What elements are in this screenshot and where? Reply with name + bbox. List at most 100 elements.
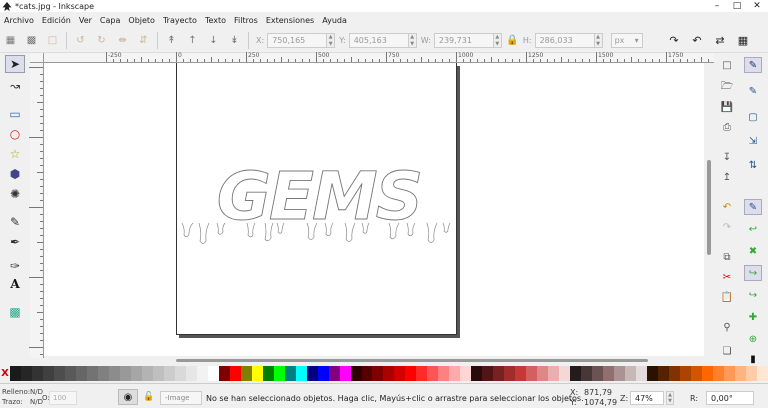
paste-icon[interactable]: 📋: [718, 289, 736, 305]
menu-texto[interactable]: Texto: [201, 16, 230, 25]
export-icon[interactable]: ↥: [718, 169, 736, 185]
spiral-tool-icon[interactable]: ✺: [5, 185, 25, 203]
rectangle-tool-icon[interactable]: ▭: [5, 105, 25, 123]
layer-visibility-eye-icon[interactable]: ◉: [118, 389, 138, 405]
palette-swatch[interactable]: [306, 366, 318, 381]
copy-icon[interactable]: ⧉: [718, 249, 736, 265]
menu-filtros[interactable]: Filtros: [230, 16, 262, 25]
no-paint-swatch[interactable]: X: [0, 366, 10, 381]
snap-cusp-nodes-icon[interactable]: ↪: [744, 265, 762, 281]
snap-paths-icon[interactable]: ↩: [744, 221, 762, 237]
duplicate-icon[interactable]: ❏: [718, 343, 736, 359]
palette-swatch[interactable]: [10, 366, 21, 381]
palette-swatch[interactable]: [317, 366, 329, 381]
lower-icon[interactable]: ↓: [205, 32, 222, 49]
pencil-tool-icon[interactable]: ✎: [5, 213, 25, 231]
snap-centers-icon[interactable]: ⊕: [744, 331, 762, 347]
opacity-input[interactable]: 100: [49, 391, 77, 405]
calligraphy-tool-icon[interactable]: ✑: [5, 257, 25, 275]
palette-swatch[interactable]: [42, 366, 54, 381]
menu-archivo[interactable]: Archivo: [0, 16, 38, 25]
maximize-button[interactable]: □: [728, 0, 746, 12]
palette-swatch[interactable]: [383, 366, 395, 381]
palette-swatch[interactable]: [713, 366, 724, 381]
gems-artwork[interactable]: GEMS: [177, 63, 458, 335]
zoom-icon[interactable]: ⚲: [718, 319, 736, 335]
palette-swatch[interactable]: [548, 366, 560, 381]
menu-objeto[interactable]: Objeto: [124, 16, 159, 25]
pen-tool-icon[interactable]: ✒: [5, 233, 25, 251]
select-all-layers-icon[interactable]: ▩: [23, 32, 40, 49]
lower-to-bottom-icon[interactable]: ↡: [226, 32, 243, 49]
palette-swatch[interactable]: [504, 366, 516, 381]
palette-swatch[interactable]: [152, 366, 164, 381]
raise-icon[interactable]: ↑: [184, 32, 201, 49]
save-icon[interactable]: 💾: [718, 99, 736, 115]
selector-tool-icon[interactable]: ➤: [5, 55, 25, 73]
undo-icon[interactable]: ↶: [718, 199, 736, 215]
minimize-button[interactable]: –: [708, 0, 726, 12]
rotate-ccw-icon[interactable]: ↺: [72, 32, 89, 49]
palette-swatch[interactable]: [372, 366, 384, 381]
raise-to-top-icon[interactable]: ↟: [163, 32, 180, 49]
palette-swatch[interactable]: [251, 366, 263, 381]
palette-swatch[interactable]: [526, 366, 538, 381]
zoom-spinner[interactable]: ▲ ▼: [666, 391, 674, 405]
palette-swatch[interactable]: [350, 366, 362, 381]
palette-swatch[interactable]: [328, 366, 340, 381]
snap-bbox-corner-icon[interactable]: ⇲: [744, 133, 762, 149]
palette-swatch[interactable]: [20, 366, 32, 381]
palette-swatch[interactable]: [537, 366, 549, 381]
palette-swatch[interactable]: [570, 366, 582, 381]
zoom-input[interactable]: 47%: [630, 391, 664, 405]
lock-ratio-icon[interactable]: 🔒: [504, 32, 521, 49]
palette-swatch[interactable]: [361, 366, 373, 381]
palette-swatch[interactable]: [273, 366, 285, 381]
palette-swatch[interactable]: [229, 366, 241, 381]
palette-swatch[interactable]: [592, 366, 604, 381]
deselect-icon[interactable]: □: [44, 32, 61, 49]
menu-extensiones[interactable]: Extensiones: [262, 16, 318, 25]
rotate-cw-icon[interactable]: ↻: [93, 32, 110, 49]
snap-bbox-midpoint-icon[interactable]: ⇅: [744, 157, 762, 173]
palette-swatch[interactable]: [262, 366, 274, 381]
palette-swatch[interactable]: [471, 366, 483, 381]
palette-swatch[interactable]: [581, 366, 593, 381]
vertical-scroll-thumb[interactable]: [707, 160, 711, 255]
scale-corners-icon[interactable]: ↶: [687, 30, 707, 50]
palette-swatch[interactable]: [680, 366, 692, 381]
snap-bbox-edge-icon[interactable]: ▢: [744, 109, 762, 125]
palette-swatch[interactable]: [130, 366, 142, 381]
menu-ver[interactable]: Ver: [75, 16, 96, 25]
menu-ayuda[interactable]: Ayuda: [318, 16, 351, 25]
palette-swatch[interactable]: [702, 366, 713, 381]
import-icon[interactable]: ↧: [718, 149, 736, 165]
palette-swatch[interactable]: [756, 366, 768, 381]
x-spinner[interactable]: ▲ ▼: [327, 32, 336, 48]
rotation-input[interactable]: 0,00°: [706, 391, 754, 405]
canvas[interactable]: GEMS: [44, 63, 714, 358]
flip-vertical-icon[interactable]: ⇵: [135, 32, 152, 49]
palette-swatch[interactable]: [174, 366, 186, 381]
palette-swatch[interactable]: [75, 366, 87, 381]
palette-swatch[interactable]: [240, 366, 252, 381]
palette-swatch[interactable]: [625, 366, 637, 381]
move-gradients-icon[interactable]: ⇄: [710, 30, 730, 50]
menu-trayecto[interactable]: Trayecto: [159, 16, 201, 25]
palette-swatch[interactable]: [207, 366, 219, 381]
palette-swatch[interactable]: [185, 366, 197, 381]
unit-select[interactable]: px ▾: [610, 32, 643, 48]
horizontal-scrollbar[interactable]: [44, 356, 714, 364]
print-icon[interactable]: ⎙: [718, 119, 736, 135]
3d-box-tool-icon[interactable]: ⬢: [5, 165, 25, 183]
palette-swatch[interactable]: [438, 366, 450, 381]
palette-swatch[interactable]: [86, 366, 98, 381]
w-input[interactable]: 239,731: [433, 32, 494, 48]
open-icon[interactable]: 🗁: [718, 79, 736, 95]
menu-capa[interactable]: Capa: [96, 16, 124, 25]
snap-page-icon[interactable]: ▮: [744, 351, 762, 367]
text-tool-icon[interactable]: A: [5, 275, 25, 293]
close-button[interactable]: ✕: [748, 0, 766, 12]
palette-swatch[interactable]: [734, 366, 746, 381]
palette-swatch[interactable]: [163, 366, 175, 381]
